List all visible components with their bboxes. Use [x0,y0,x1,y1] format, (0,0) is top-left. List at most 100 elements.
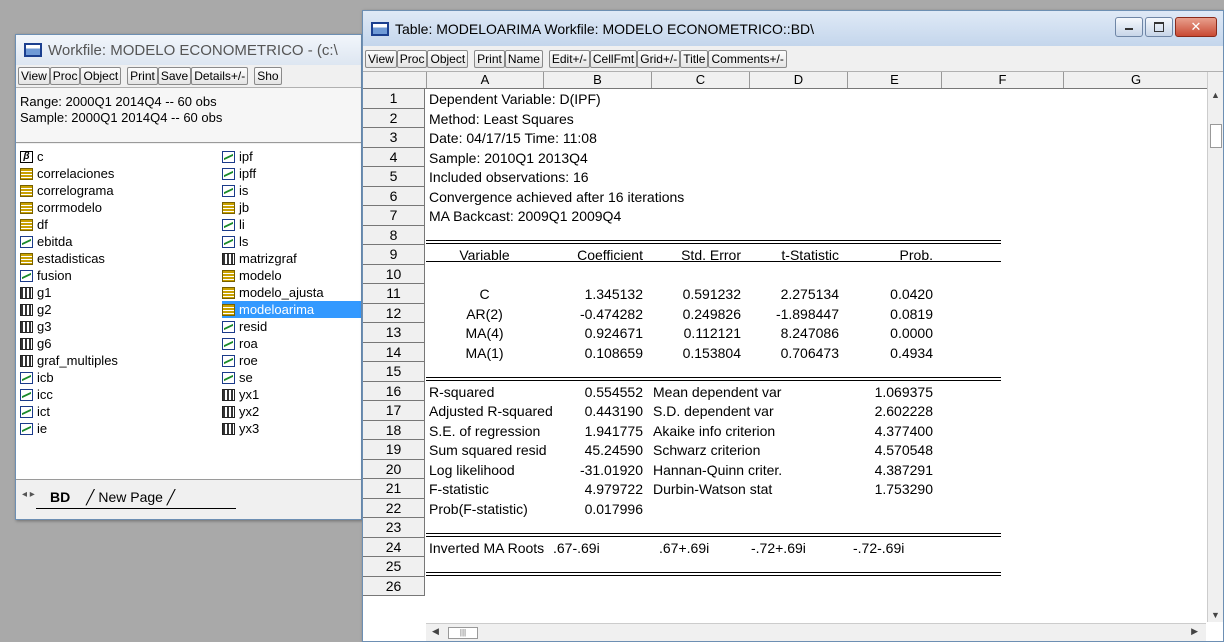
coef-value-cell[interactable]: 0.249826 [637,305,741,323]
sample-line[interactable]: Sample: 2000Q1 2014Q4 -- 60 obs [20,110,361,126]
tb-edit-button[interactable]: Edit+/- [548,49,590,68]
roots-value-cell[interactable]: -.72+.69i [751,539,806,557]
horizontal-scrollbar[interactable]: ◀ ||| ▶ [426,623,1206,641]
maximize-button[interactable] [1145,17,1173,37]
stat-label-cell[interactable]: S.D. dependent var [653,402,774,420]
stat-label-cell[interactable]: Prob(F-statistic) [429,500,528,518]
row-header-21[interactable]: 21 [363,479,425,499]
page-tab-new-page[interactable]: ╱ New Page ╱ [86,489,175,506]
column-header-a[interactable]: A [426,72,543,88]
tb-title-button[interactable]: Title [680,49,709,68]
workfile-object-modelo-ajusta[interactable]: modelo_ajusta [222,284,361,301]
stat-value-cell[interactable]: 4.377400 [833,422,933,440]
tb-object-button[interactable]: Object [427,49,469,68]
row-header-25[interactable]: 25 [363,557,425,577]
workfile-object-ie[interactable]: ie [20,420,118,437]
coef-value-cell[interactable]: 0.4934 [833,344,933,362]
row-header-14[interactable]: 14 [363,342,425,362]
range-line[interactable]: Range: 2000Q1 2014Q4 -- 60 obs [20,94,361,110]
header-line[interactable]: Dependent Variable: D(IPF) [429,90,601,108]
coef-value-cell[interactable]: 0.706473 [735,344,839,362]
workfile-object-yx3[interactable]: yx3 [222,420,361,437]
coef-value-cell[interactable]: 0.108659 [529,344,643,362]
vertical-scrollbar[interactable]: ▲ ▼ [1207,72,1223,622]
column-header-b[interactable]: B [543,72,651,88]
stat-label-cell[interactable]: F-statistic [429,480,489,498]
row-header-23[interactable]: 23 [363,518,425,538]
row-header-8[interactable]: 8 [363,225,425,245]
scroll-up-icon[interactable]: ▲ [1211,90,1220,100]
workfile-object-df[interactable]: df [20,216,118,233]
workfile-object-g3[interactable]: g3 [20,318,118,335]
spreadsheet-grid[interactable]: ABCDEFG 1 2 3 4 5 6 7 8 9 10 11 12 13 14 15 16 17 18 19 20 2… [363,72,1208,641]
workfile-titlebar[interactable]: Workfile: MODELO ECONOMETRICO - (c:\ [16,35,361,65]
workfile-object-g2[interactable]: g2 [20,301,118,318]
workfile-window[interactable]: Workfile: MODELO ECONOMETRICO - (c:\ Vie… [15,34,362,520]
row-header-10[interactable]: 10 [363,264,425,284]
row-header-12[interactable]: 12 [363,303,425,323]
workfile-object-yx2[interactable]: yx2 [222,403,361,420]
coef-value-cell[interactable]: 0.924671 [529,324,643,342]
row-header-7[interactable]: 7 [363,206,425,226]
stat-label-cell[interactable]: Akaike info criterion [653,422,775,440]
workfile-object-ict[interactable]: ict [20,403,118,420]
workfile-object-matrizgraf[interactable]: matrizgraf [222,250,361,267]
coef-value-cell[interactable]: 0.112121 [637,324,741,342]
workfile-object-correlaciones[interactable]: correlaciones [20,165,118,182]
coef-value-cell[interactable]: -1.898447 [735,305,839,323]
row-header-4[interactable]: 4 [363,147,425,167]
workfile-object-fusion[interactable]: fusion [20,267,118,284]
column-header-d[interactable]: D [749,72,847,88]
wf-save-button[interactable]: Save [157,67,192,85]
workfile-object-corrmodelo[interactable]: corrmodelo [20,199,118,216]
coef-variable-cell[interactable]: MA(1) [426,344,543,362]
workfile-object-g6[interactable]: g6 [20,335,118,352]
workfile-object-icb[interactable]: icb [20,369,118,386]
row-header-20[interactable]: 20 [363,459,425,479]
workfile-object-roa[interactable]: roa [222,335,361,352]
roots-label-cell[interactable]: Inverted MA Roots [429,539,544,557]
stat-label-cell[interactable]: R-squared [429,383,494,401]
wf-details-button[interactable]: Details+/- [191,67,249,85]
workfile-object-yx1[interactable]: yx1 [222,386,361,403]
row-header-9[interactable]: 9 [363,245,425,265]
coef-value-cell[interactable]: 0.153804 [637,344,741,362]
coef-value-cell[interactable]: 0.0819 [833,305,933,323]
wf-view-button[interactable]: View [18,67,50,85]
wf-show-button[interactable]: Sho [254,67,282,85]
tb-cellfmt-button[interactable]: CellFmt [589,49,638,68]
column-header-g[interactable]: G [1063,72,1208,88]
header-line[interactable]: Date: 04/17/15 Time: 11:08 [429,129,597,147]
workfile-object-resid[interactable]: resid [222,318,361,335]
header-line[interactable]: Convergence achieved after 16 iterations [429,188,684,206]
workfile-object-modelo[interactable]: modelo [222,267,361,284]
tb-proc-button[interactable]: Proc [396,49,428,68]
stat-value-cell[interactable]: 1.941775 [529,422,643,440]
column-header-e[interactable]: E [847,72,941,88]
coef-variable-cell[interactable]: AR(2) [426,305,543,323]
stat-label-cell[interactable]: Mean dependent var [653,383,781,401]
coef-value-cell[interactable]: 1.345132 [529,285,643,303]
close-button[interactable]: ✕ [1175,17,1217,37]
column-header-c[interactable]: C [651,72,749,88]
stat-value-cell[interactable]: -31.01920 [529,461,643,479]
coef-value-cell[interactable]: -0.474282 [529,305,643,323]
workfile-object-is[interactable]: is [222,182,361,199]
stat-label-cell[interactable]: Log likelihood [429,461,515,479]
workfile-object-correlograma[interactable]: correlograma [20,182,118,199]
minimize-button[interactable] [1115,17,1143,37]
stat-value-cell[interactable]: 45.24590 [529,441,643,459]
stat-value-cell[interactable]: 0.554552 [529,383,643,401]
scroll-right-icon[interactable]: ▶ [1191,626,1198,637]
row-header-17[interactable]: 17 [363,401,425,421]
coef-value-cell[interactable]: 0.591232 [637,285,741,303]
row-header-13[interactable]: 13 [363,323,425,343]
stat-value-cell[interactable]: 4.979722 [529,480,643,498]
wf-print-button[interactable]: Print [127,67,158,85]
table-titlebar[interactable]: Table: MODELOARIMA Workfile: MODELO ECON… [363,11,1223,46]
wf-object-button[interactable]: Object [80,67,122,85]
row-header-5[interactable]: 5 [363,167,425,187]
workfile-object-graf-multiples[interactable]: graf_multiples [20,352,118,369]
stat-label-cell[interactable]: S.E. of regression [429,422,540,440]
page-tab-bd[interactable]: BD [50,489,70,505]
